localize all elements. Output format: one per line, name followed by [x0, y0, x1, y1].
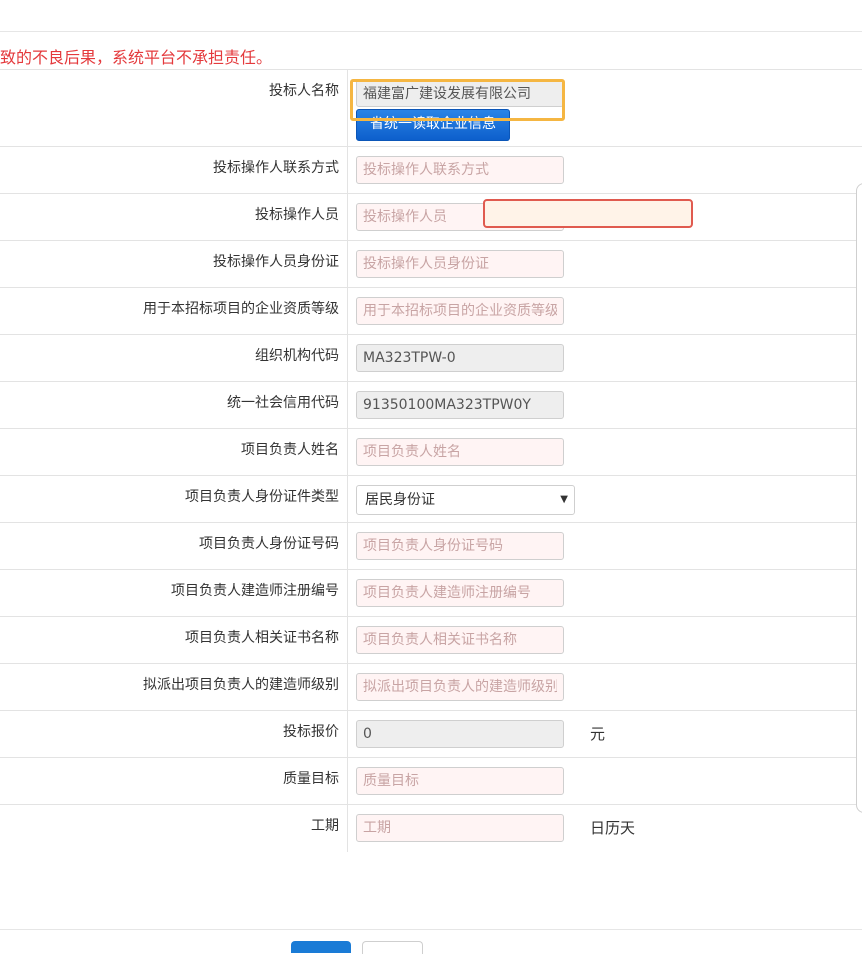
- top-divider: [0, 31, 862, 32]
- manager-id-number-label: 项目负责人身份证号码: [199, 536, 339, 552]
- row-bidder-name: 投标人名称 省统一读取企业信息: [0, 69, 862, 146]
- credit-code-label: 统一社会信用代码: [227, 395, 339, 411]
- bidder-name-label: 投标人名称: [269, 83, 339, 99]
- row-operator-id: 投标操作人员身份证: [0, 240, 862, 287]
- row-org-code: 组织机构代码: [0, 334, 862, 381]
- bidder-name-input[interactable]: [356, 79, 564, 107]
- manager-id-number-input[interactable]: [356, 532, 564, 560]
- org-code-label: 组织机构代码: [255, 348, 339, 364]
- bid-price-label: 投标报价: [283, 724, 339, 740]
- duration-label: 工期: [311, 818, 339, 834]
- row-bid-price: 投标报价 元: [0, 710, 862, 757]
- bid-form: 投标人名称 省统一读取企业信息 投标操作人联系方式 投标操作人员 投标操作人员身…: [0, 69, 862, 852]
- row-manager-id-type: 项目负责人身份证件类型 居民身份证 ▼: [0, 475, 862, 522]
- operator-contact-label: 投标操作人联系方式: [213, 160, 339, 176]
- row-manager-id-number: 项目负责人身份证号码: [0, 522, 862, 569]
- manager-id-type-label: 项目负责人身份证件类型: [185, 489, 339, 505]
- manager-constructor-level-input[interactable]: [356, 673, 564, 701]
- manager-constructor-level-label: 拟派出项目负责人的建造师级别: [143, 677, 339, 693]
- operator-id-input[interactable]: [356, 250, 564, 278]
- manager-constructor-reg-label: 项目负责人建造师注册编号: [171, 583, 339, 599]
- quality-target-label: 质量目标: [283, 771, 339, 787]
- row-manager-cert-name: 项目负责人相关证书名称: [0, 616, 862, 663]
- operator-label: 投标操作人员: [255, 207, 339, 223]
- manager-cert-name-label: 项目负责人相关证书名称: [185, 630, 339, 646]
- row-operator: 投标操作人员: [0, 193, 862, 240]
- warning-text: 致的不良后果，系统平台不承担责任。: [0, 48, 273, 67]
- row-qualification-level: 用于本招标项目的企业资质等级: [0, 287, 862, 334]
- manager-id-type-value: 居民身份证: [365, 492, 435, 508]
- quality-target-input[interactable]: [356, 767, 564, 795]
- row-manager-constructor-reg: 项目负责人建造师注册编号: [0, 569, 862, 616]
- secondary-button[interactable]: [362, 941, 423, 954]
- manager-name-input[interactable]: [356, 438, 564, 466]
- row-manager-name: 项目负责人姓名: [0, 428, 862, 475]
- manager-id-type-select[interactable]: 居民身份证 ▼: [356, 485, 575, 515]
- manager-constructor-reg-input[interactable]: [356, 579, 564, 607]
- side-panel-edge: [856, 183, 862, 813]
- row-operator-contact: 投标操作人联系方式: [0, 146, 862, 193]
- validation-popup: [483, 199, 693, 228]
- operator-contact-input[interactable]: [356, 156, 564, 184]
- bottom-divider: [0, 929, 862, 930]
- operator-id-label: 投标操作人员身份证: [213, 254, 339, 270]
- duration-input[interactable]: [356, 814, 564, 842]
- manager-name-label: 项目负责人姓名: [241, 442, 339, 458]
- org-code-input[interactable]: [356, 344, 564, 372]
- bid-price-unit: 元: [590, 725, 606, 743]
- bid-price-input[interactable]: [356, 720, 564, 748]
- row-credit-code: 统一社会信用代码: [0, 381, 862, 428]
- credit-code-input[interactable]: [356, 391, 564, 419]
- manager-cert-name-input[interactable]: [356, 626, 564, 654]
- caret-down-icon: ▼: [560, 494, 568, 505]
- row-duration: 工期 日历天: [0, 804, 862, 852]
- submit-button[interactable]: [291, 941, 351, 953]
- row-manager-constructor-level: 拟派出项目负责人的建造师级别: [0, 663, 862, 710]
- qualification-level-input[interactable]: [356, 297, 564, 325]
- duration-unit: 日历天: [590, 819, 636, 837]
- qualification-level-label: 用于本招标项目的企业资质等级: [143, 301, 339, 317]
- row-quality-target: 质量目标: [0, 757, 862, 804]
- read-enterprise-info-button[interactable]: 省统一读取企业信息: [356, 109, 510, 141]
